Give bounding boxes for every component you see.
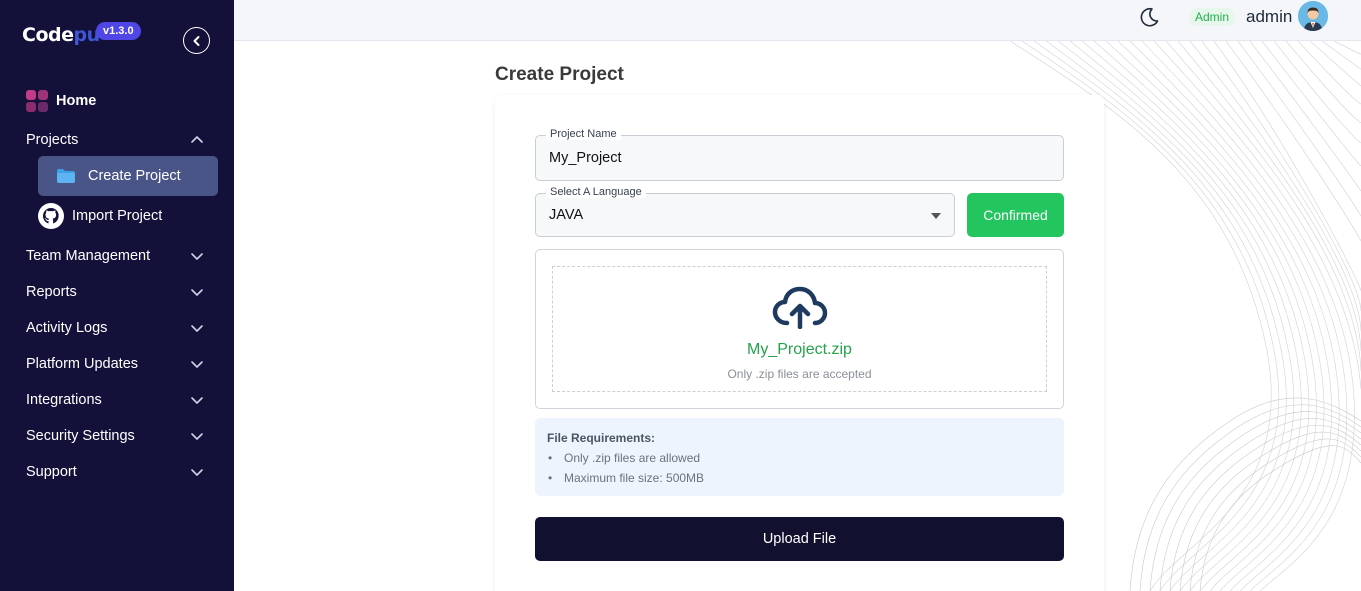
chevron-down-icon[interactable] [190, 429, 204, 443]
language-select[interactable]: Select A Language JAVA [535, 186, 955, 237]
file-requirements-box: File Requirements: Only .zip files are a… [535, 418, 1064, 496]
chevron-down-icon[interactable] [190, 321, 204, 335]
sidebar-item-label: Reports [26, 284, 77, 300]
sidebar-item-support[interactable]: Support [26, 464, 77, 480]
avatar[interactable] [1298, 1, 1328, 31]
sidebar-item-label: Import Project [72, 208, 163, 224]
sidebar-item-import-project[interactable]: Import Project [38, 203, 162, 229]
upload-file-button[interactable]: Upload File [535, 517, 1064, 561]
requirements-title: File Requirements: [547, 431, 656, 445]
sidebar-item-label: Integrations [26, 392, 102, 408]
brand: Codepu v1.3.0 [22, 22, 141, 46]
requirement-item: Only .zip files are allowed [548, 451, 700, 465]
github-icon [38, 203, 64, 229]
chevron-down-icon[interactable] [190, 285, 204, 299]
confirm-language-button[interactable]: Confirmed [967, 193, 1064, 237]
sidebar-item-platform-updates[interactable]: Platform Updates [26, 356, 138, 372]
file-type-hint: Only .zip files are accepted [727, 367, 872, 381]
chevron-up-icon[interactable] [190, 133, 204, 147]
sidebar-item-team-management[interactable]: Team Management [26, 248, 150, 264]
page-title: Create Project [495, 64, 624, 85]
home-grid-icon [26, 90, 48, 112]
sidebar: Codepu v1.3.0 Home Projects Create Proje… [0, 0, 234, 591]
project-name-value: My_Project [549, 150, 622, 166]
sidebar-item-label: Team Management [26, 248, 151, 264]
sidebar-item-create-project[interactable]: Create Project [38, 156, 218, 196]
language-selected-value: JAVA [549, 207, 584, 223]
sidebar-item-label: Support [26, 464, 77, 480]
sidebar-item-label: Projects [26, 132, 79, 148]
requirement-item: Maximum file size: 500MB [548, 471, 704, 485]
sidebar-item-label: Home [56, 93, 97, 109]
chevron-down-icon[interactable] [190, 393, 204, 407]
project-name-field[interactable]: Project Name My_Project [535, 128, 1064, 181]
sidebar-item-integrations[interactable]: Integrations [26, 392, 102, 408]
sidebar-item-home[interactable]: Home [26, 90, 96, 112]
sidebar-item-label: Platform Updates [26, 356, 139, 372]
cloud-upload-icon [772, 286, 828, 329]
project-name-label: Project Name [546, 128, 621, 140]
chevron-down-icon[interactable] [190, 249, 204, 263]
sidebar-item-label: Create Project [88, 168, 181, 184]
username[interactable]: admin [1246, 7, 1292, 27]
collapse-sidebar-button[interactable] [183, 27, 210, 54]
version-badge: v1.3.0 [96, 22, 141, 40]
sidebar-item-projects[interactable]: Projects [26, 132, 78, 148]
folder-icon [57, 169, 75, 183]
sidebar-item-label: Activity Logs [26, 320, 108, 336]
language-select-label: Select A Language [546, 186, 646, 198]
sidebar-item-activity-logs[interactable]: Activity Logs [26, 320, 107, 336]
sidebar-item-security-settings[interactable]: Security Settings [26, 428, 135, 444]
sidebar-item-reports[interactable]: Reports [26, 284, 77, 300]
chevron-down-icon[interactable] [190, 465, 204, 479]
top-header: Admin admin [234, 0, 1361, 41]
chevron-down-icon[interactable] [190, 357, 204, 371]
dropdown-arrow-icon [931, 213, 941, 219]
sidebar-item-label: Security Settings [26, 428, 135, 444]
chevron-left-icon [193, 35, 199, 46]
moon-icon[interactable] [1138, 6, 1160, 28]
brand-logo: Codepu [22, 24, 100, 46]
role-badge: Admin [1189, 8, 1236, 26]
uploaded-file-name: My_Project.zip [747, 341, 852, 358]
user-avatar-icon [1298, 1, 1328, 31]
